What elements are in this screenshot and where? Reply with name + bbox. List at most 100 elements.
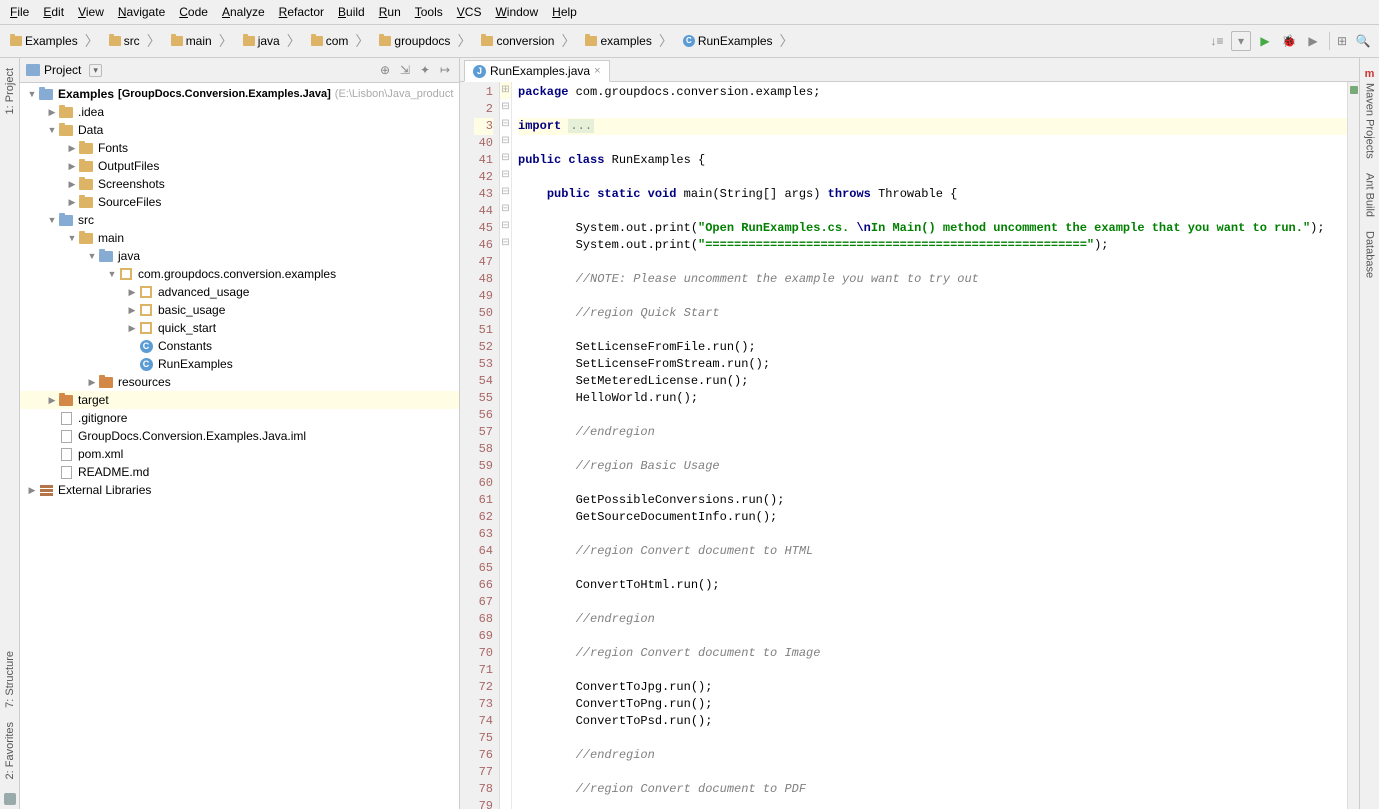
code-line[interactable]: //region Basic Usage [518,458,1347,475]
code-line[interactable]: GetPossibleConversions.run(); [518,492,1347,509]
line-number[interactable]: 57 [474,424,493,441]
tree-toggle-icon[interactable]: ▼ [66,233,78,243]
code-line[interactable] [518,730,1347,747]
menu-run[interactable]: Run [373,3,407,21]
tree-toggle-icon[interactable]: ▼ [106,269,118,279]
code-line[interactable] [518,526,1347,543]
debug-icon[interactable]: 🐞 [1279,31,1299,51]
tree-toggle-icon[interactable]: ▶ [66,143,78,154]
tree-toggle-icon[interactable]: ▶ [26,485,38,496]
code-line[interactable]: ConvertToHtml.run(); [518,577,1347,594]
close-tab-icon[interactable]: × [594,65,600,77]
tree-toggle-icon[interactable]: ▼ [26,89,38,99]
tree-node-java[interactable]: ▼java [20,247,459,265]
code-line[interactable]: GetSourceDocumentInfo.run(); [518,509,1347,526]
code-line[interactable]: System.out.print("Open RunExamples.cs. \… [518,220,1347,237]
code-line[interactable]: package com.groupdocs.conversion.example… [518,84,1347,101]
line-number[interactable]: 77 [474,764,493,781]
tree-node-readme-md[interactable]: README.md [20,463,459,481]
line-number[interactable]: 65 [474,560,493,577]
line-number[interactable]: 55 [474,390,493,407]
code-line[interactable] [518,764,1347,781]
line-number[interactable]: 40 [474,135,493,152]
menu-edit[interactable]: Edit [37,3,70,21]
breadcrumb-examples[interactable]: Examples〉 [6,29,103,53]
line-number[interactable]: 3 [474,118,493,135]
line-number[interactable]: 47 [474,254,493,271]
menu-refactor[interactable]: Refactor [273,3,330,21]
code-line[interactable] [518,662,1347,679]
code-line[interactable]: HelloWorld.run(); [518,390,1347,407]
code-line[interactable]: public static void main(String[] args) t… [518,186,1347,203]
line-number[interactable]: 50 [474,305,493,322]
line-number[interactable]: 68 [474,611,493,628]
tree-node-src[interactable]: ▼src [20,211,459,229]
tree-toggle-icon[interactable]: ▶ [66,197,78,208]
tree-node-quick-start[interactable]: ▶quick_start [20,319,459,337]
code-editor[interactable]: package com.groupdocs.conversion.example… [512,82,1347,809]
breadcrumb-groupdocs[interactable]: groupdocs〉 [375,29,475,53]
code-line[interactable] [518,407,1347,424]
rail-favorites[interactable]: 2: Favorites [4,718,16,783]
fold-column[interactable]: ⊞⊟⊟⊟⊟⊟⊟⊟⊟⊟ [500,82,512,809]
code-line[interactable] [518,628,1347,645]
tree-toggle-icon[interactable]: ▶ [126,305,138,316]
breadcrumb-runexamples[interactable]: CRunExamples〉 [679,29,798,53]
fold-toggle-icon[interactable]: ⊟ [500,235,511,252]
code-line[interactable]: //region Convert document to HTML [518,543,1347,560]
tree-node-com-groupdocs-conversion-examples[interactable]: ▼com.groupdocs.conversion.examples [20,265,459,283]
line-number[interactable]: 74 [474,713,493,730]
code-line[interactable] [518,254,1347,271]
rail-project[interactable]: 1: Project [4,64,16,118]
breadcrumb-examples[interactable]: examples〉 [581,29,676,53]
line-number[interactable]: 75 [474,730,493,747]
make-project-icon[interactable]: ↓≡ [1207,31,1227,51]
line-number[interactable]: 41 [474,152,493,169]
code-line[interactable]: public class RunExamples { [518,152,1347,169]
fold-toggle-icon[interactable]: ⊟ [500,167,511,184]
tree-node-fonts[interactable]: ▶Fonts [20,139,459,157]
fold-toggle-icon[interactable]: ⊟ [500,99,511,116]
tree-node--gitignore[interactable]: .gitignore [20,409,459,427]
tree-toggle-icon[interactable]: ▶ [126,287,138,298]
fold-toggle-icon[interactable]: ⊟ [500,184,511,201]
code-line[interactable]: //region Convert document to Image [518,645,1347,662]
project-tree[interactable]: ▼Examples [GroupDocs.Conversion.Examples… [20,83,459,809]
tree-toggle-icon[interactable]: ▶ [126,323,138,334]
breadcrumb-conversion[interactable]: conversion〉 [477,29,579,53]
rail-maven[interactable]: mMaven Projects [1364,64,1376,163]
line-number[interactable]: 60 [474,475,493,492]
project-view-dropdown[interactable]: ▾ [89,64,102,77]
tree-node-pom-xml[interactable]: pom.xml [20,445,459,463]
fold-toggle-icon[interactable]: ⊟ [500,150,511,167]
menu-help[interactable]: Help [546,3,583,21]
line-number[interactable]: 2 [474,101,493,118]
tree-toggle-icon[interactable]: ▶ [46,107,58,118]
line-number[interactable]: 48 [474,271,493,288]
menu-vcs[interactable]: VCS [451,3,488,21]
code-line[interactable]: System.out.print("======================… [518,237,1347,254]
breadcrumb-com[interactable]: com〉 [307,29,374,53]
tree-node-target[interactable]: ▶target [20,391,459,409]
line-number[interactable]: 71 [474,662,493,679]
code-line[interactable]: //region Quick Start [518,305,1347,322]
line-number[interactable]: 76 [474,747,493,764]
line-number[interactable]: 59 [474,458,493,475]
fold-toggle-icon[interactable]: ⊞ [500,82,511,99]
tree-node-examples[interactable]: ▼Examples [GroupDocs.Conversion.Examples… [20,85,459,103]
fold-toggle-icon[interactable]: ⊟ [500,116,511,133]
collapse-all-icon[interactable]: ⇲ [397,62,413,78]
line-number[interactable]: 62 [474,509,493,526]
breadcrumb-src[interactable]: src〉 [105,29,165,53]
code-line[interactable]: SetMeteredLicense.run(); [518,373,1347,390]
tree-toggle-icon[interactable]: ▶ [86,377,98,388]
line-number[interactable]: 63 [474,526,493,543]
menu-tools[interactable]: Tools [409,3,449,21]
code-line[interactable] [518,203,1347,220]
code-line[interactable] [518,560,1347,577]
code-line[interactable]: //region Convert document to PDF [518,781,1347,798]
code-line[interactable]: SetLicenseFromStream.run(); [518,356,1347,373]
tree-toggle-icon[interactable]: ▶ [66,179,78,190]
code-line[interactable] [518,135,1347,152]
line-number[interactable]: 46 [474,237,493,254]
